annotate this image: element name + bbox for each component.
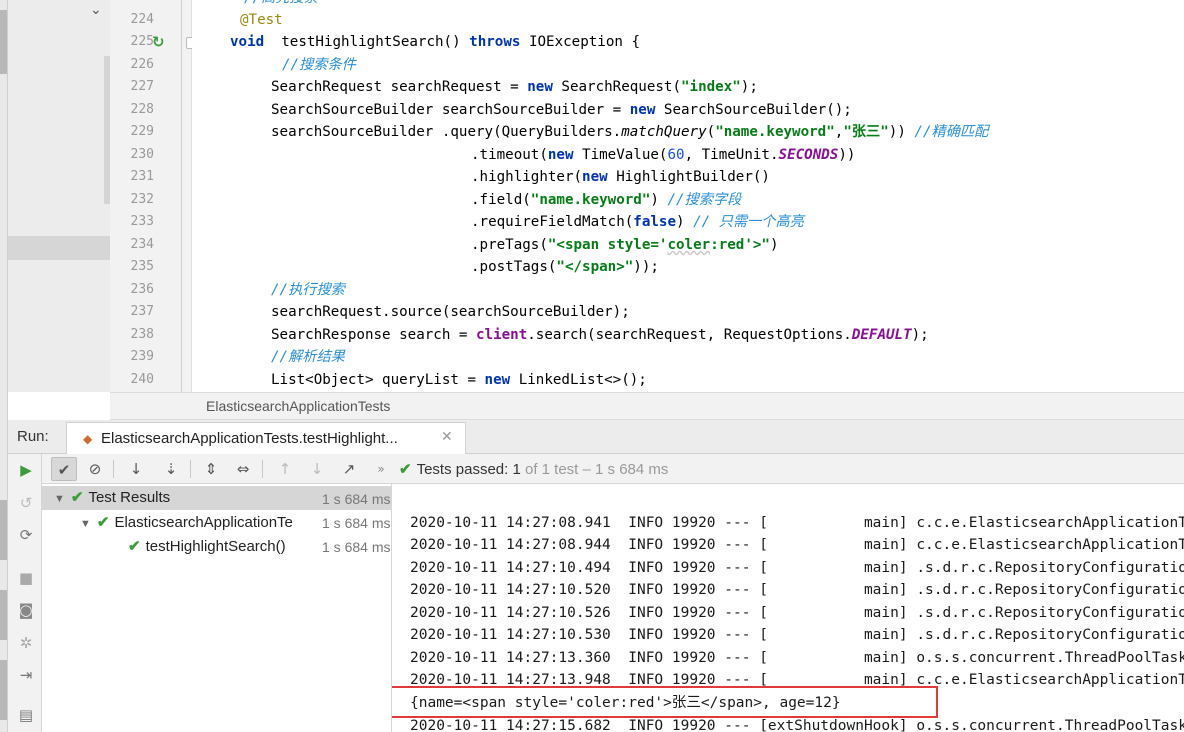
- breadcrumb-class[interactable]: ElasticsearchApplicationTests: [206, 398, 390, 414]
- run-tab-title: ElasticsearchApplicationTests.testHighli…: [101, 430, 398, 447]
- rerun-failed-icon[interactable]: ↺: [15, 492, 37, 514]
- editor-gutter: 224 225 226 227 228 229 230 231 232 233 …: [110, 0, 192, 392]
- code-line: searchRequest.source(searchSourceBuilder…: [271, 304, 630, 320]
- code-line: void testHighlightSearch() throws IOExce…: [230, 34, 641, 50]
- line-number: 237: [130, 304, 154, 319]
- code-line: @Test: [240, 12, 283, 28]
- show-ignored-icon[interactable]: ⊘: [82, 457, 108, 481]
- chevron-down-icon[interactable]: ⌄: [90, 2, 102, 18]
- run-tab[interactable]: ◆ ElasticsearchApplicationTests.testHigh…: [66, 422, 466, 454]
- strip-tab[interactable]: [0, 500, 7, 560]
- run-side-toolbar: ▶ ↺ ⟳ ■ ◙ ✲ ⇥ ▤: [8, 454, 42, 732]
- line-number: 240: [130, 372, 154, 387]
- console-line: 2020-10-11 14:27:10.520 INFO 19920 --- […: [410, 582, 1184, 598]
- rerun-icon[interactable]: ▶: [15, 459, 37, 481]
- more-icon[interactable]: »: [368, 457, 394, 481]
- code-line: .highlighter(new HighlightBuilder(): [471, 169, 770, 185]
- line-number: 235: [130, 259, 154, 274]
- line-number: 229: [130, 124, 154, 139]
- project-panel: ⌄: [8, 0, 114, 392]
- check-icon: ✔: [128, 538, 141, 555]
- exit-icon[interactable]: ⇥: [15, 664, 37, 686]
- code-line: .timeout(new TimeValue(60, TimeUnit.SECO…: [471, 147, 856, 163]
- screenshot-icon[interactable]: ◙: [15, 599, 37, 621]
- next-failed-icon[interactable]: ↓: [304, 457, 330, 481]
- layout-icon[interactable]: ▤: [15, 704, 37, 726]
- test-time: 1 s 684 ms: [322, 539, 391, 555]
- close-icon[interactable]: ✕: [441, 429, 453, 445]
- test-time: 1 s 684 ms: [322, 491, 391, 507]
- code-line: //执行搜索: [271, 282, 345, 298]
- settings-icon[interactable]: ✲: [15, 632, 37, 654]
- chevron-down-icon: ▼: [54, 493, 65, 505]
- line-number: 225: [130, 34, 154, 49]
- run-tool-window-header: Run: ◆ ElasticsearchApplicationTests.tes…: [8, 420, 1184, 454]
- line-number: 238: [130, 327, 154, 342]
- check-icon: ✔: [70, 489, 84, 506]
- show-passed-icon[interactable]: ✔: [51, 457, 77, 481]
- breadcrumb: ElasticsearchApplicationTests: [110, 392, 1184, 420]
- console-line: 2020-10-11 14:27:10.526 INFO 19920 --- […: [410, 605, 1184, 621]
- strip-tab[interactable]: [0, 660, 7, 720]
- export-icon[interactable]: ↗: [336, 457, 362, 481]
- run-test-gutter-icon[interactable]: ↻: [152, 33, 170, 51]
- line-number: 226: [130, 57, 154, 72]
- previous-failed-icon[interactable]: ↑: [272, 457, 298, 481]
- check-icon: ✔: [96, 514, 110, 531]
- check-icon: ✔: [399, 461, 412, 478]
- code-line: .postTags("</span>"));: [471, 259, 659, 275]
- expand-all-icon[interactable]: ⇕: [198, 457, 224, 481]
- console-line: 2020-10-11 14:27:10.530 INFO 19920 --- […: [410, 627, 1184, 643]
- left-tool-strip: [0, 0, 8, 732]
- code-line: SearchRequest searchRequest = new Search…: [271, 79, 758, 95]
- line-number: 230: [130, 147, 154, 162]
- line-number: 234: [130, 237, 154, 252]
- console-output[interactable]: 2020-10-11 14:27:08.941 INFO 19920 --- […: [392, 484, 1184, 732]
- test-time: 1 s 684 ms: [322, 515, 391, 531]
- line-number: 236: [130, 282, 154, 297]
- code-line: SearchSourceBuilder searchSourceBuilder …: [271, 102, 852, 118]
- code-line: SearchResponse search = client.search(se…: [271, 327, 929, 343]
- test-config-icon: ◆: [83, 432, 93, 446]
- tree-row-test-class[interactable]: ▼ ✔ ElasticsearchApplicationTe: [80, 511, 316, 535]
- strip-tab[interactable]: [0, 10, 7, 74]
- gutter-divider: [181, 0, 182, 392]
- code-line: //解析结果: [271, 349, 345, 365]
- line-number: 231: [130, 169, 154, 184]
- console-line: 2020-10-11 14:27:08.941 INFO 19920 --- […: [410, 515, 1184, 531]
- code-line: .requireFieldMatch(false) // 只需一个高亮: [471, 214, 804, 230]
- tree-row-test-results[interactable]: ▼ ✔ Test Results: [54, 486, 170, 510]
- code-line: .preTags("<span style='coler:red'>"): [471, 237, 779, 253]
- code-line: //搜索条件: [282, 57, 356, 73]
- run-label: Run:: [17, 428, 49, 445]
- line-number: 227: [130, 79, 154, 94]
- test-results-tree: ▼ ✔ Test Results 1 s 684 ms ▼ ✔ Elasticsearc…: [42, 484, 392, 732]
- code-line: List<Object> queryList = new LinkedList<…: [271, 372, 647, 388]
- toggle-auto-test-icon[interactable]: ⟳: [15, 524, 37, 546]
- line-number: 232: [130, 192, 154, 207]
- collapse-all-icon[interactable]: ⇔: [230, 457, 256, 481]
- console-line: 2020-10-11 14:27:08.944 INFO 19920 --- […: [410, 537, 1184, 553]
- line-number: 233: [130, 214, 154, 229]
- console-line: 2020-10-11 14:27:13.360 INFO 19920 --- […: [410, 650, 1184, 666]
- project-selected-row[interactable]: [8, 236, 110, 260]
- run-toolbar: ✔ ⊘ ↓ ⇣ ⇕ ⇔ ↑ ↓ ↗ » ✔ Tests passed: 1 of …: [8, 454, 1184, 484]
- code-editor[interactable]: //高亮搜索 @Test void testHighlightSearch() …: [192, 0, 1184, 392]
- highlight-annotation-box: [392, 686, 938, 718]
- test-status: ✔ Tests passed: 1 of 1 test – 1 s 684 ms: [399, 461, 669, 478]
- line-number: 239: [130, 349, 154, 364]
- tree-row-test-method[interactable]: ✔ testHighlightSearch(): [128, 535, 286, 559]
- code-line: searchSourceBuilder .query(QueryBuilders…: [271, 124, 989, 140]
- strip-tab[interactable]: [0, 590, 7, 640]
- stop-icon[interactable]: ■: [15, 567, 37, 589]
- code-line: //高亮搜索: [244, 0, 318, 9]
- chevron-down-icon: ▼: [80, 518, 91, 530]
- console-line: 2020-10-11 14:27:10.494 INFO 19920 --- […: [410, 560, 1184, 576]
- code-line: .field("name.keyword") //搜索字段: [471, 192, 742, 208]
- sort-duration-icon[interactable]: ⇣: [158, 457, 184, 481]
- sort-alpha-icon[interactable]: ↓: [123, 457, 149, 481]
- line-number: 224: [130, 12, 154, 27]
- line-number: 228: [130, 102, 154, 117]
